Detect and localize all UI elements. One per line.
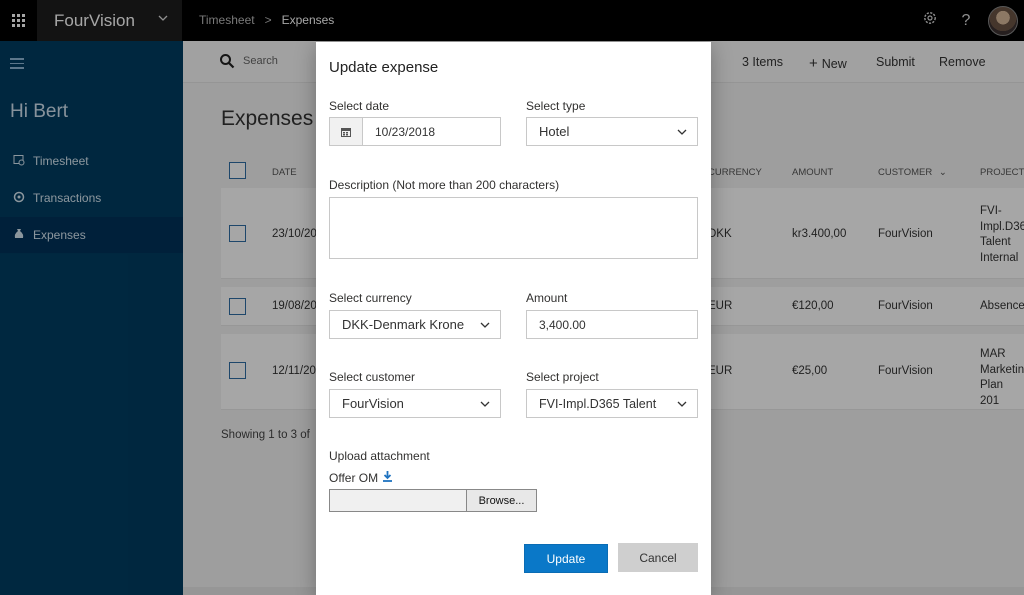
- date-picker[interactable]: 10/23/2018: [329, 117, 501, 146]
- calendar-icon[interactable]: [330, 118, 363, 145]
- project-select[interactable]: FVI-Impl.D365 Talent: [526, 389, 698, 418]
- customer-label: Select customer: [329, 370, 416, 384]
- chevron-down-icon: [677, 129, 687, 135]
- date-value: 10/23/2018: [375, 124, 436, 139]
- currency-value: DKK-Denmark Krone: [342, 317, 465, 332]
- chevron-down-icon: [677, 401, 687, 407]
- currency-label: Select currency: [329, 291, 412, 305]
- upload-label: Upload attachment: [329, 449, 430, 463]
- project-value: FVI-Impl.D365 Talent: [539, 396, 657, 411]
- currency-select[interactable]: DKK-Denmark Krone: [329, 310, 501, 339]
- description-textarea[interactable]: [329, 197, 698, 259]
- update-expense-dialog: Update expense Select date 10/23/2018 Se…: [316, 42, 711, 595]
- chevron-down-icon: [480, 322, 490, 328]
- customer-value: FourVision: [342, 396, 404, 411]
- amount-label: Amount: [526, 291, 568, 305]
- type-label: Select type: [526, 99, 586, 113]
- attachment-name: Offer OM: [329, 471, 379, 485]
- type-select[interactable]: Hotel: [526, 117, 698, 146]
- chevron-down-icon: [480, 401, 490, 407]
- update-button[interactable]: Update: [524, 544, 608, 573]
- type-value: Hotel: [539, 124, 570, 139]
- customer-select[interactable]: FourVision: [329, 389, 501, 418]
- project-label: Select project: [526, 370, 599, 384]
- dialog-title: Update expense: [329, 59, 439, 76]
- browse-button[interactable]: Browse...: [466, 489, 537, 512]
- description-label: Description (Not more than 200 character…: [329, 178, 560, 192]
- amount-value: 3,400.00: [539, 317, 586, 332]
- cancel-button[interactable]: Cancel: [618, 543, 698, 572]
- file-path-input[interactable]: [329, 489, 467, 512]
- download-icon[interactable]: [382, 470, 393, 485]
- attachment-link[interactable]: Offer OM: [329, 470, 393, 485]
- amount-input[interactable]: 3,400.00: [526, 310, 698, 339]
- date-label: Select date: [329, 99, 390, 113]
